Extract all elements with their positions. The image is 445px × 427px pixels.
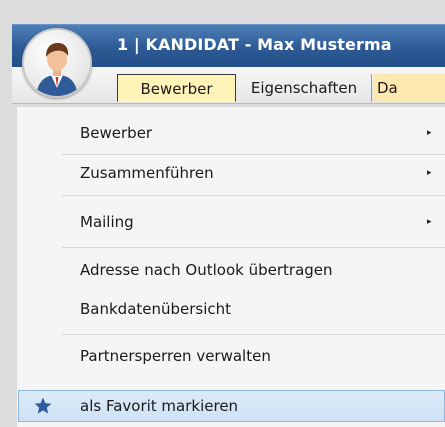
menu-item-bewerber[interactable]: Bewerber ▸ — [18, 118, 445, 148]
menu-separator — [62, 334, 445, 335]
menu-item-adresse-outlook[interactable]: Adresse nach Outlook übertragen — [18, 255, 445, 285]
menu-separator — [62, 247, 445, 248]
submenu-arrow-icon: ▸ — [427, 128, 432, 138]
menu-item-label: Adresse nach Outlook übertragen — [80, 261, 333, 279]
submenu-arrow-icon: ▸ — [427, 168, 432, 178]
menu-item-mailing[interactable]: Mailing ▸ — [18, 207, 445, 237]
tab-eigenschaften[interactable]: Eigenschaften — [237, 74, 372, 102]
tab-da[interactable]: Da — [373, 74, 445, 102]
menu-separator — [62, 154, 445, 155]
menu-item-label: Partnersperren verwalten — [80, 347, 271, 365]
tab-bewerber[interactable]: Bewerber — [117, 74, 236, 102]
menu-item-label: Bankdatenübersicht — [80, 300, 232, 318]
menu-item-label: Zusammenführen — [80, 164, 214, 182]
menu-item-zusammenfuehren[interactable]: Zusammenführen ▸ — [18, 158, 445, 188]
menu-item-label: als Favorit markieren — [80, 397, 239, 415]
user-avatar-icon — [36, 43, 78, 96]
avatar[interactable] — [22, 28, 92, 98]
menu-separator — [62, 195, 445, 196]
menu-item-favorit[interactable]: als Favorit markieren — [18, 390, 445, 422]
window-title: 1 | KANDIDAT - Max Musterma — [117, 35, 392, 54]
menu-item-label: Mailing — [80, 213, 134, 231]
menu-item-label: Bewerber — [80, 124, 153, 142]
menu-item-partnersperren[interactable]: Partnersperren verwalten — [18, 341, 445, 371]
submenu-arrow-icon: ▸ — [427, 217, 432, 227]
star-icon — [34, 397, 52, 414]
menu-item-bankdatenuebersicht[interactable]: Bankdatenübersicht — [18, 294, 445, 324]
